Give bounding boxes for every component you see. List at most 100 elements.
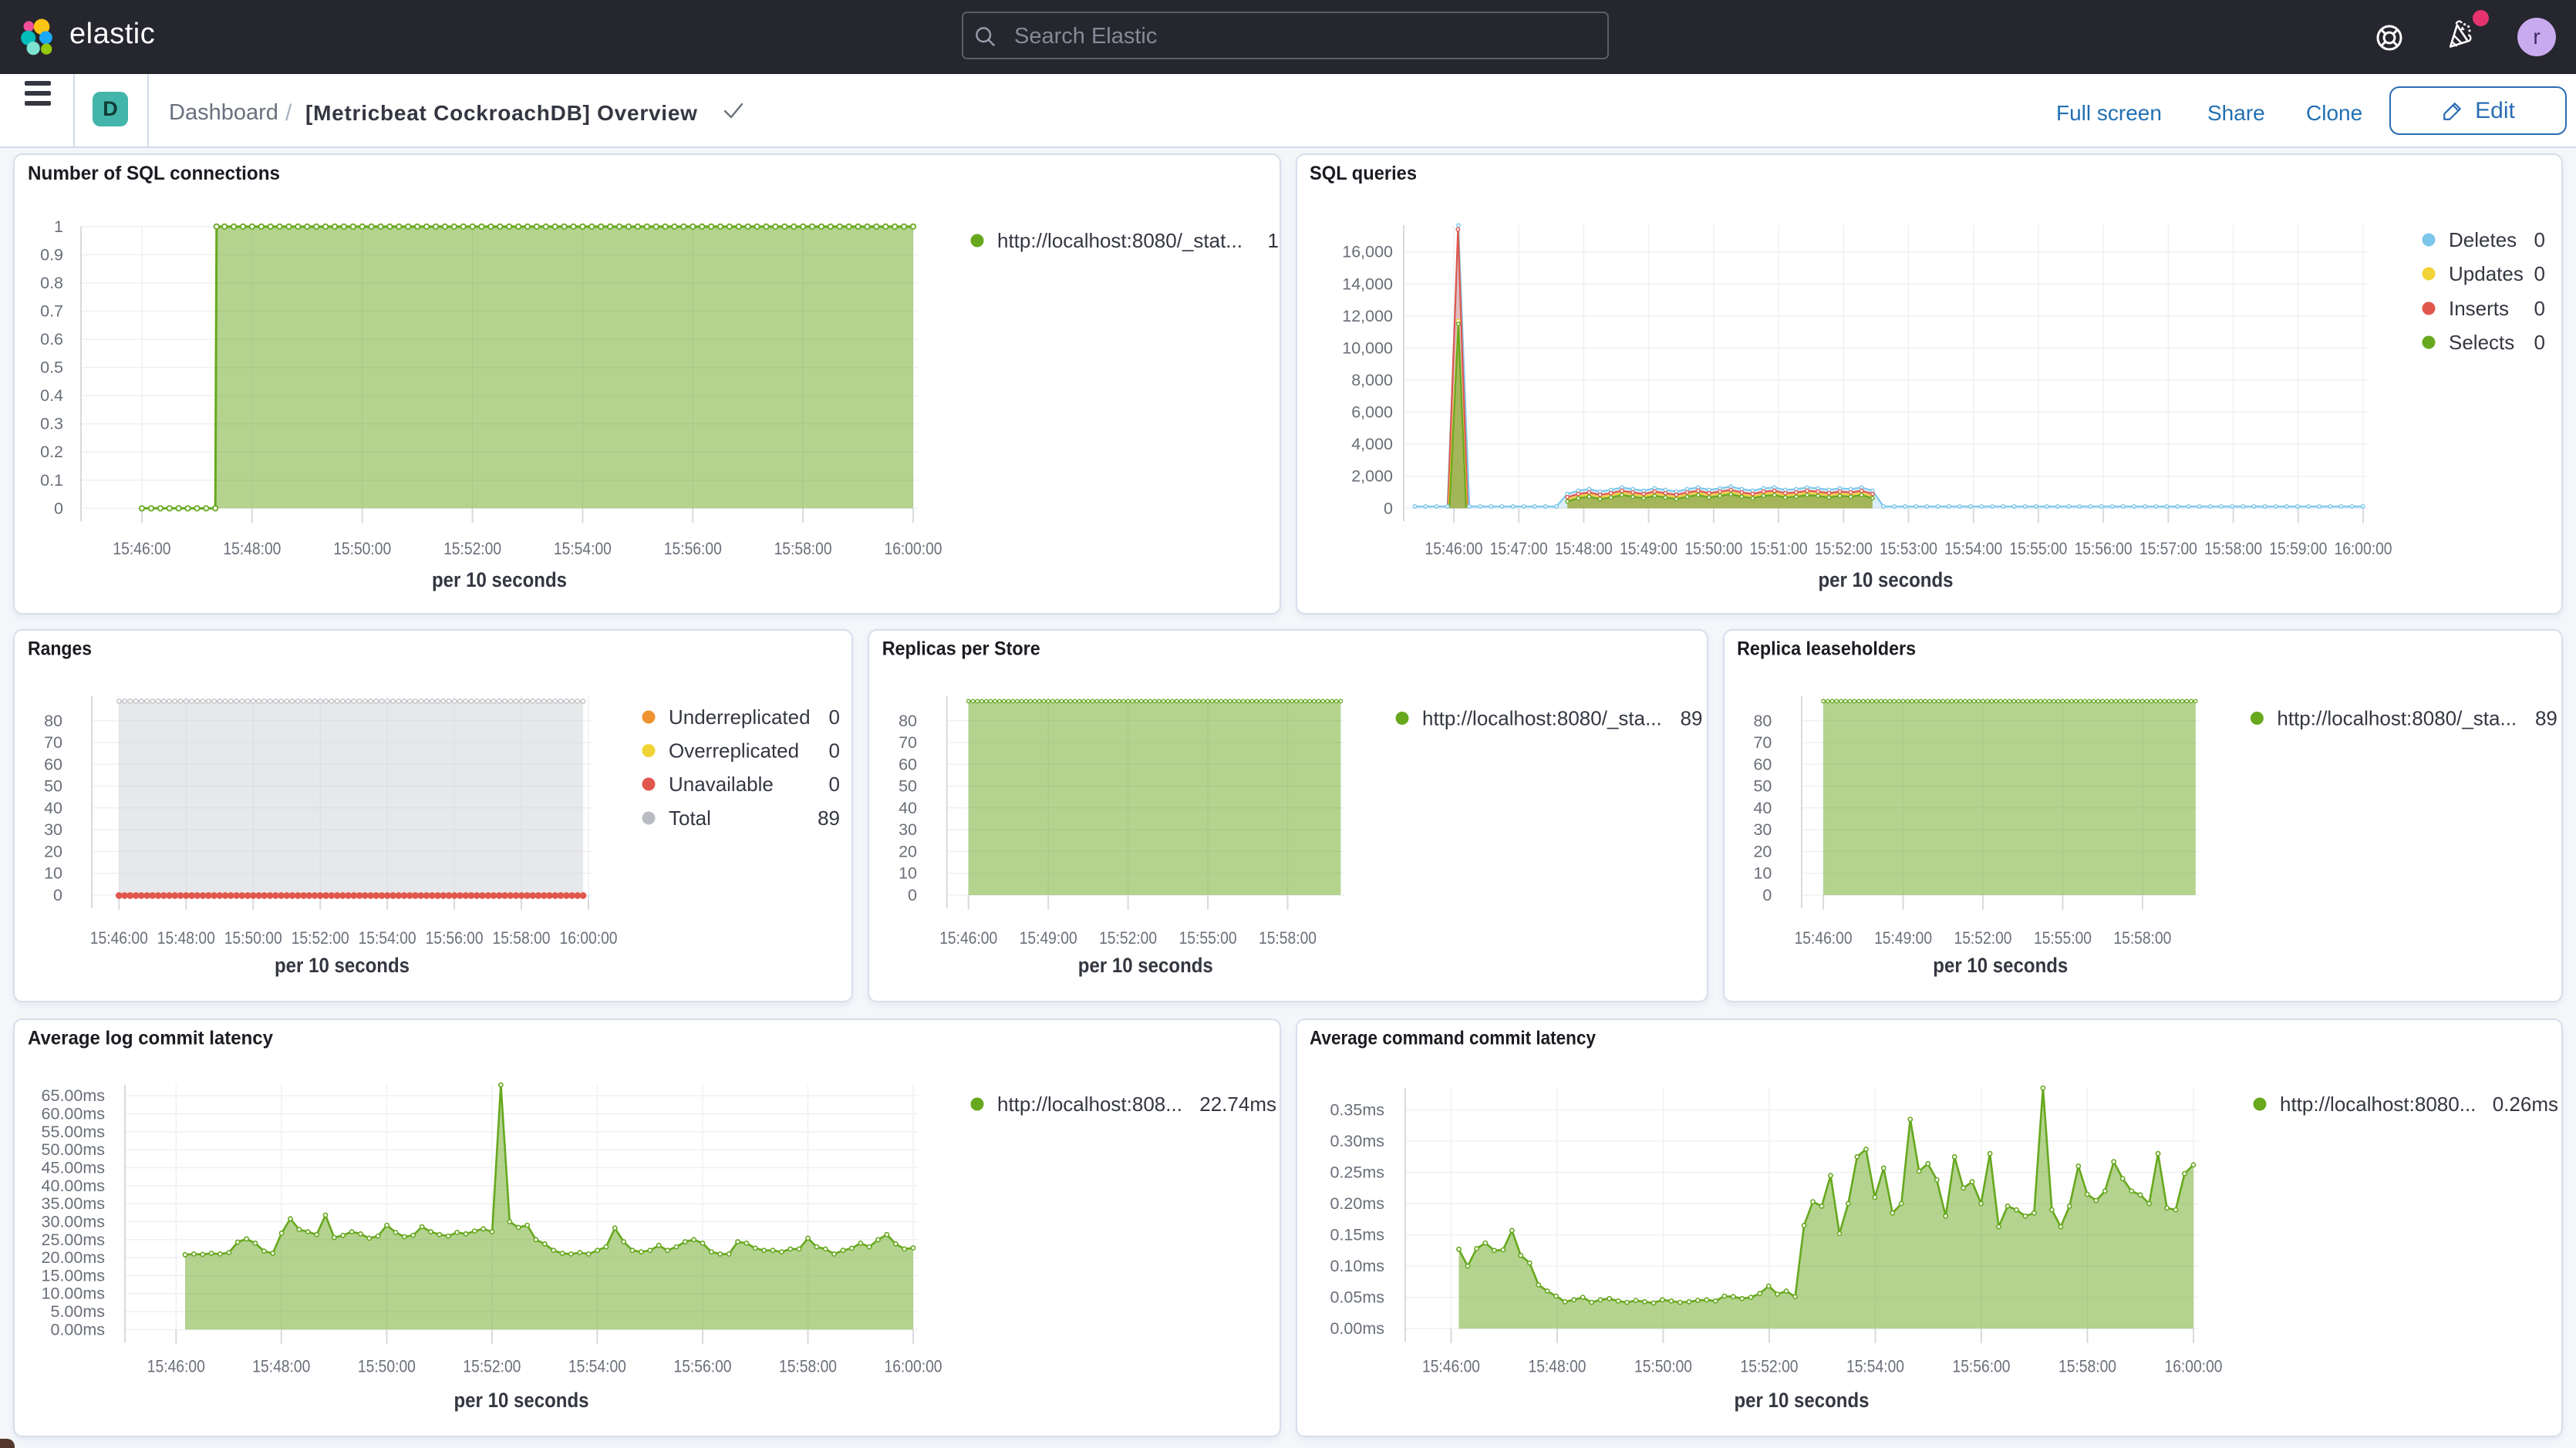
svg-text:60: 60: [1753, 755, 1772, 773]
svg-text:Inserts: Inserts: [2449, 297, 2509, 320]
svg-text:6,000: 6,000: [1351, 403, 1393, 422]
svg-text:55.00ms: 55.00ms: [42, 1123, 105, 1141]
svg-text:0: 0: [829, 773, 840, 796]
svg-text:89: 89: [1681, 707, 1703, 730]
svg-text:Average log commit latency: Average log commit latency: [28, 1028, 273, 1049]
svg-text:15:50:00: 15:50:00: [1634, 1357, 1692, 1376]
svg-text:15:58:00: 15:58:00: [2204, 539, 2262, 558]
svg-text:10,000: 10,000: [1342, 338, 1393, 357]
svg-text:15:51:00: 15:51:00: [1750, 539, 1808, 558]
svg-text:20.00ms: 20.00ms: [42, 1248, 105, 1267]
svg-text:50: 50: [899, 777, 917, 796]
svg-text:8,000: 8,000: [1351, 371, 1393, 389]
svg-text:15:58:00: 15:58:00: [493, 928, 551, 948]
svg-text:0.9: 0.9: [40, 245, 63, 264]
svg-text:1: 1: [1268, 229, 1279, 252]
svg-text:per 10 seconds: per 10 seconds: [275, 954, 410, 977]
svg-text:25.00ms: 25.00ms: [42, 1231, 105, 1249]
svg-text:15:50:00: 15:50:00: [1684, 539, 1742, 558]
svg-text:0: 0: [1384, 499, 1393, 517]
svg-text:16:00:00: 16:00:00: [885, 539, 942, 558]
svg-text:15:52:00: 15:52:00: [1954, 928, 2012, 948]
svg-text:15:55:00: 15:55:00: [2009, 539, 2067, 558]
svg-text:30: 30: [44, 820, 62, 839]
svg-text:80: 80: [44, 712, 62, 730]
svg-text:15:48:00: 15:48:00: [1555, 539, 1613, 558]
svg-text:20: 20: [899, 842, 917, 860]
svg-text:45.00ms: 45.00ms: [42, 1158, 105, 1177]
svg-text:50.00ms: 50.00ms: [42, 1140, 105, 1159]
svg-text:15:56:00: 15:56:00: [674, 1357, 732, 1376]
svg-text:15:46:00: 15:46:00: [1795, 928, 1853, 948]
svg-text:15:46:00: 15:46:00: [147, 1357, 205, 1376]
svg-text:0.4: 0.4: [40, 386, 63, 405]
svg-text:15:56:00: 15:56:00: [2075, 539, 2133, 558]
svg-text:0.00ms: 0.00ms: [50, 1320, 105, 1339]
svg-text:0.30ms: 0.30ms: [1330, 1132, 1384, 1150]
svg-text:60: 60: [44, 755, 62, 773]
svg-text:Unavailable: Unavailable: [669, 773, 774, 796]
svg-text:15:47:00: 15:47:00: [1490, 539, 1548, 558]
svg-text:Number of SQL connections: Number of SQL connections: [28, 163, 280, 184]
svg-text:Average command commit latency: Average command commit latency: [1310, 1028, 1596, 1049]
svg-text:15:56:00: 15:56:00: [664, 539, 722, 558]
svg-text:Updates: Updates: [2449, 262, 2524, 285]
svg-text:89: 89: [818, 807, 840, 830]
svg-text:Underreplicated: Underreplicated: [669, 705, 811, 729]
svg-text:http://localhost:8080/_sta...: http://localhost:8080/_sta...: [1422, 707, 1662, 730]
svg-text:Ranges: Ranges: [28, 638, 92, 660]
svg-text:Deletes: Deletes: [2449, 228, 2517, 251]
svg-text:0: 0: [2534, 228, 2545, 251]
svg-text:15:49:00: 15:49:00: [1620, 539, 1677, 558]
svg-text:15:50:00: 15:50:00: [358, 1357, 416, 1376]
svg-text:http://localhost:8080/_stat...: http://localhost:8080/_stat...: [997, 229, 1242, 252]
svg-text:per 10 seconds: per 10 seconds: [454, 1389, 589, 1412]
svg-text:per 10 seconds: per 10 seconds: [1735, 1389, 1870, 1412]
svg-text:15:46:00: 15:46:00: [1422, 1357, 1480, 1376]
svg-text:16:00:00: 16:00:00: [560, 928, 618, 948]
svg-text:15:59:00: 15:59:00: [2269, 539, 2327, 558]
svg-text:0: 0: [54, 499, 63, 517]
svg-text:http://localhost:8080/_sta...: http://localhost:8080/_sta...: [2277, 707, 2517, 730]
svg-text:0: 0: [2534, 331, 2545, 354]
svg-text:40: 40: [1753, 799, 1772, 817]
svg-text:15:58:00: 15:58:00: [2058, 1357, 2116, 1376]
svg-text:16:00:00: 16:00:00: [2165, 1357, 2223, 1376]
svg-text:1: 1: [54, 217, 63, 236]
svg-text:0: 0: [829, 705, 840, 729]
svg-text:Replicas per Store: Replicas per Store: [882, 638, 1040, 660]
svg-text:0: 0: [829, 739, 840, 763]
svg-text:16:00:00: 16:00:00: [885, 1357, 942, 1376]
svg-text:15:49:00: 15:49:00: [1020, 928, 1077, 948]
svg-text:15:54:00: 15:54:00: [554, 539, 612, 558]
svg-text:10: 10: [1753, 864, 1772, 883]
svg-text:70: 70: [44, 733, 62, 752]
svg-text:15:58:00: 15:58:00: [1259, 928, 1317, 948]
svg-text:15:58:00: 15:58:00: [779, 1357, 837, 1376]
svg-text:16:00:00: 16:00:00: [2335, 539, 2392, 558]
svg-text:89: 89: [2535, 707, 2557, 730]
svg-text:0.10ms: 0.10ms: [1330, 1257, 1384, 1275]
svg-text:2,000: 2,000: [1351, 467, 1393, 486]
svg-text:15:46:00: 15:46:00: [1425, 539, 1483, 558]
svg-text:0: 0: [2534, 262, 2545, 285]
svg-text:15:55:00: 15:55:00: [2034, 928, 2092, 948]
svg-text:30.00ms: 30.00ms: [42, 1212, 105, 1231]
svg-text:15:48:00: 15:48:00: [223, 539, 281, 558]
svg-text:per 10 seconds: per 10 seconds: [1078, 954, 1213, 977]
svg-text:0.20ms: 0.20ms: [1330, 1194, 1384, 1213]
svg-text:per 10 seconds: per 10 seconds: [432, 568, 567, 591]
svg-text:60.00ms: 60.00ms: [42, 1104, 105, 1123]
svg-text:65.00ms: 65.00ms: [42, 1086, 105, 1105]
svg-text:0.3: 0.3: [40, 415, 63, 433]
svg-text:15:57:00: 15:57:00: [2139, 539, 2197, 558]
svg-text:0.8: 0.8: [40, 274, 63, 292]
svg-text:15:50:00: 15:50:00: [224, 928, 282, 948]
svg-text:16,000: 16,000: [1342, 243, 1393, 261]
svg-text:SQL queries: SQL queries: [1310, 163, 1417, 184]
svg-text:15:56:00: 15:56:00: [426, 928, 484, 948]
svg-text:15:54:00: 15:54:00: [1944, 539, 2002, 558]
svg-text:Total: Total: [669, 807, 711, 830]
svg-text:15:52:00: 15:52:00: [292, 928, 349, 948]
svg-text:15:53:00: 15:53:00: [1880, 539, 1937, 558]
